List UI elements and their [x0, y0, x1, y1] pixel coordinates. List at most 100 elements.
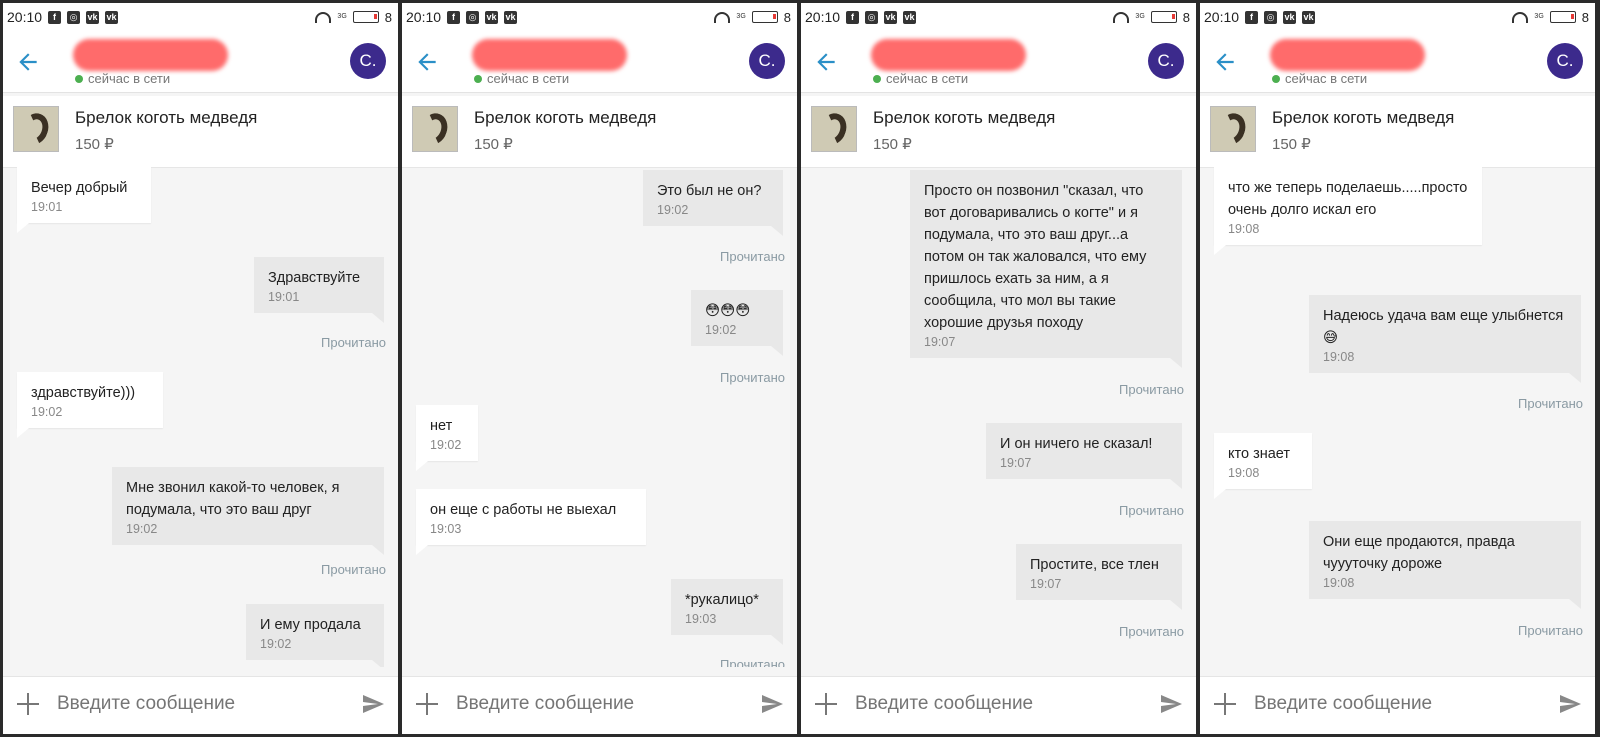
- outgoing-message[interactable]: Это был не он? 19:02: [643, 170, 783, 236]
- product-thumbnail: [13, 106, 59, 152]
- outgoing-message[interactable]: Надеюсь удача вам еще улыбнется 😅 19:08: [1309, 295, 1581, 383]
- read-receipt: Прочитано: [720, 370, 785, 385]
- status-bar: 20:10 f ◎ vk vk 3G 8: [1200, 3, 1595, 31]
- incoming-message[interactable]: что же теперь поделаешь.....просто очень…: [1214, 167, 1482, 255]
- vk-icon: vk: [1302, 10, 1316, 24]
- avatar[interactable]: C.: [350, 43, 386, 79]
- instagram-icon: ◎: [865, 10, 879, 24]
- composer: [801, 676, 1196, 734]
- message-text: что же теперь поделаешь.....просто очень…: [1228, 180, 1468, 218]
- incoming-message[interactable]: кто знает 19:08: [1214, 433, 1312, 499]
- notification-icons: f ◎ vk vk: [447, 10, 518, 24]
- message-input[interactable]: [855, 693, 1135, 715]
- system-icons: 3G 8: [1512, 10, 1589, 25]
- read-receipt: Прочитано: [720, 249, 785, 264]
- online-status: сейчас в сети: [1272, 71, 1367, 86]
- back-arrow-icon[interactable]: [15, 49, 41, 75]
- online-dot-icon: [474, 74, 482, 83]
- product-price: 150 ₽: [873, 136, 912, 153]
- online-dot-icon: [1272, 74, 1280, 83]
- read-receipt: Прочитано: [321, 562, 386, 577]
- battery-icon: [1549, 11, 1576, 23]
- battery-icon: [1150, 11, 1177, 23]
- read-receipt: Прочитано: [720, 657, 785, 667]
- online-status: сейчас в сети: [873, 71, 968, 86]
- message-text: И он ничего не сказал!: [1000, 436, 1153, 452]
- outgoing-message[interactable]: Просто он позвонил "сказал, что вот дого…: [910, 170, 1182, 368]
- battery-icon: [751, 11, 778, 23]
- avatar[interactable]: C.: [749, 43, 785, 79]
- add-attachment-icon[interactable]: [1214, 693, 1236, 715]
- avatar[interactable]: C.: [1148, 43, 1184, 79]
- outgoing-message[interactable]: Они еще продаются, правда чуууточку доро…: [1309, 521, 1581, 609]
- signal-icon: 3G: [736, 13, 746, 20]
- product-title: Брелок коготь медведя: [1272, 108, 1455, 127]
- product-thumbnail: [412, 106, 458, 152]
- vk-icon: vk: [105, 10, 119, 24]
- message-text: кто знает: [1228, 446, 1291, 462]
- message-text: 😳😳😳: [705, 303, 751, 319]
- chat-header: сейчас в сети C.: [402, 31, 797, 93]
- message-input[interactable]: [57, 693, 337, 715]
- message-time: 19:01: [268, 290, 300, 304]
- claw-icon: [1214, 109, 1250, 149]
- message-input[interactable]: [456, 693, 736, 715]
- back-arrow-icon[interactable]: [813, 49, 839, 75]
- message-text: *рукалицо*: [685, 592, 759, 608]
- back-arrow-icon[interactable]: [414, 49, 440, 75]
- outgoing-message[interactable]: И ему продала 19:02: [246, 604, 384, 667]
- back-arrow-icon[interactable]: [1212, 49, 1238, 75]
- screenshot-strip: 20:10 f ◎ vk vk 3G 8 сейчас в сети C. Бр…: [0, 0, 1600, 737]
- online-status: сейчас в сети: [474, 71, 569, 86]
- instagram-icon: ◎: [466, 10, 480, 24]
- product-thumbnail: [1210, 106, 1256, 152]
- message-list[interactable]: что же теперь поделаешь.....просто очень…: [1200, 167, 1595, 667]
- system-icons: 3G 8: [315, 10, 392, 25]
- message-list[interactable]: Это был не он? 19:02 Прочитано 😳😳😳 19:02 Проч…: [402, 167, 797, 667]
- chat-screen-1: 20:10 f ◎ vk vk 3G 8 сейчас в сети C. Бр…: [3, 3, 398, 734]
- facebook-icon: f: [1245, 10, 1259, 24]
- message-time: 19:07: [1000, 456, 1032, 470]
- outgoing-message[interactable]: И он ничего не сказал! 19:07: [986, 423, 1182, 489]
- product-card[interactable]: Брелок коготь медведя 150 ₽: [402, 96, 797, 168]
- message-text: Надеюсь удача вам еще улыбнется 😅: [1323, 308, 1564, 346]
- status-bar: 20:10 f ◎ vk vk 3G 8: [3, 3, 398, 31]
- avatar[interactable]: C.: [1547, 43, 1583, 79]
- read-receipt: Прочитано: [1119, 503, 1184, 518]
- send-icon[interactable]: [360, 692, 386, 716]
- message-time: 19:02: [31, 405, 63, 419]
- redacted-contact-name: [871, 39, 1026, 71]
- notification-icons: f ◎ vk vk: [1245, 10, 1316, 24]
- incoming-message[interactable]: здравствуйте))) 19:02: [17, 372, 163, 438]
- outgoing-message[interactable]: Простите, все тлен 19:07: [1016, 544, 1182, 610]
- status-time: 20:10: [805, 9, 841, 25]
- outgoing-message[interactable]: *рукалицо* 19:03: [671, 579, 783, 645]
- product-card[interactable]: Брелок коготь медведя 150 ₽: [3, 96, 398, 168]
- incoming-message[interactable]: нет 19:02: [416, 405, 478, 471]
- message-time: 19:02: [705, 323, 737, 337]
- instagram-icon: ◎: [1264, 10, 1278, 24]
- chat-screen-3: 20:10 f ◎ vk vk 3G 8 сейчас в сети C. Бр…: [801, 3, 1196, 734]
- incoming-message[interactable]: он еще с работы не выехал 19:03: [416, 489, 646, 555]
- message-list[interactable]: Просто он позвонил "сказал, что вот дого…: [801, 167, 1196, 667]
- send-icon[interactable]: [1557, 692, 1583, 716]
- send-icon[interactable]: [759, 692, 785, 716]
- outgoing-message[interactable]: 😳😳😳 19:02: [691, 290, 783, 356]
- product-card[interactable]: Брелок коготь медведя 150 ₽: [1200, 96, 1595, 168]
- incoming-message[interactable]: Вечер добрый 19:01: [17, 167, 151, 233]
- add-attachment-icon[interactable]: [815, 693, 837, 715]
- battery-level: 8: [1581, 9, 1589, 25]
- product-card[interactable]: Брелок коготь медведя 150 ₽: [801, 96, 1196, 168]
- claw-icon: [815, 109, 851, 149]
- add-attachment-icon[interactable]: [416, 693, 438, 715]
- status-time: 20:10: [7, 9, 43, 25]
- add-attachment-icon[interactable]: [17, 693, 39, 715]
- product-price: 150 ₽: [474, 136, 513, 153]
- message-list[interactable]: Вечер добрый 19:01 Здравствуйте 19:01 Прочит…: [3, 167, 398, 667]
- send-icon[interactable]: [1158, 692, 1184, 716]
- system-icons: 3G 8: [1113, 10, 1190, 25]
- vk-icon: vk: [884, 10, 898, 24]
- outgoing-message[interactable]: Мне звонил какой-то человек, я подумала,…: [112, 467, 384, 555]
- outgoing-message[interactable]: Здравствуйте 19:01: [254, 257, 384, 323]
- message-input[interactable]: [1254, 693, 1534, 715]
